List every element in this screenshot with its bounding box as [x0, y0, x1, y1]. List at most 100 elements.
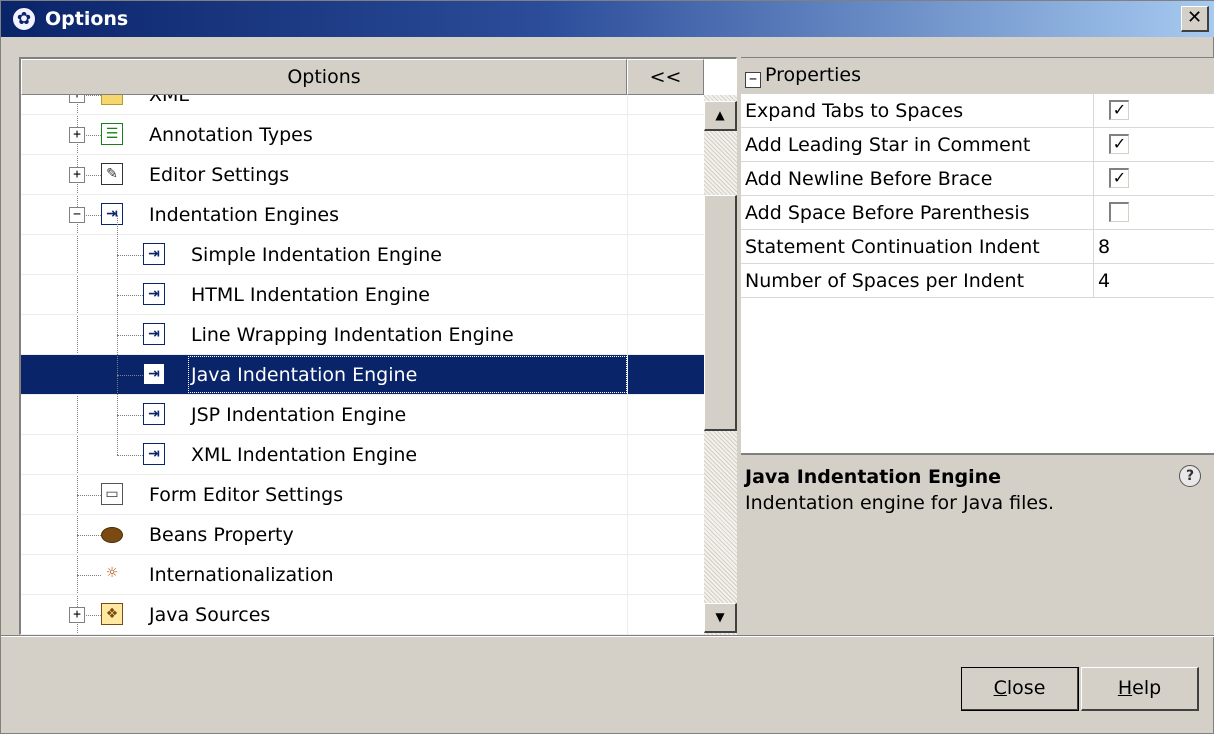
collapse-properties-icon[interactable]: −: [745, 72, 761, 88]
scroll-up-button[interactable]: ▲: [704, 101, 737, 131]
property-row[interactable]: Expand Tabs to Spaces ✓: [741, 94, 1214, 128]
tree-item[interactable]: + ☰ Annotation Types: [21, 115, 704, 155]
property-value[interactable]: 4: [1098, 269, 1110, 293]
cell-separator: [627, 555, 628, 595]
cell-separator: [627, 395, 628, 435]
property-row[interactable]: Add Leading Star in Comment ✓: [741, 128, 1214, 162]
tree-item-label: XML: [149, 95, 189, 106]
scroll-up-arrow-icon: ▲: [715, 108, 725, 122]
description-title: Java Indentation Engine: [745, 466, 1002, 488]
tree-item-label: Line Wrapping Indentation Engine: [191, 324, 514, 346]
tree-connector: [117, 375, 143, 376]
property-row[interactable]: Add Newline Before Brace ✓: [741, 162, 1214, 196]
tree-item-label: Indentation Engines: [149, 204, 339, 226]
tree-item[interactable]: ⇥ Java Indentation Engine: [21, 355, 704, 395]
tree-item[interactable]: ⇥ JSP Indentation Engine: [21, 395, 704, 435]
cell-separator: [627, 155, 628, 195]
indent-icon: ⇥: [143, 443, 165, 465]
property-checkbox[interactable]: ✓: [1109, 100, 1129, 120]
close-button-label: lose: [1006, 677, 1046, 699]
tree-item[interactable]: ⇥ Line Wrapping Indentation Engine: [21, 315, 704, 355]
options-column-header[interactable]: Options: [21, 59, 627, 95]
cell-separator: [627, 355, 628, 395]
close-button-mnemonic: C: [993, 677, 1007, 699]
property-row[interactable]: Number of Spaces per Indent 4: [741, 264, 1214, 298]
collapse-panel-button[interactable]: <<: [627, 59, 704, 95]
form-icon: ▭: [101, 483, 123, 505]
options-tree: + XML + ☰ Annotation Types + ✎ Editor Settings −…: [21, 95, 704, 635]
tree-item[interactable]: ☼ Internationalization: [21, 555, 704, 595]
help-button-mnemonic: H: [1117, 677, 1133, 699]
cell-separator: [627, 595, 628, 635]
tree-connector: [117, 455, 143, 456]
tree-item[interactable]: ⇥ Simple Indentation Engine: [21, 235, 704, 275]
tree-item-label: Internationalization: [149, 564, 334, 586]
folder-icon: [101, 95, 123, 105]
tree-item[interactable]: + ❖ Java Sources: [21, 595, 704, 635]
tree-item-label: XML Indentation Engine: [191, 444, 418, 466]
tree-item[interactable]: − ⇥ Indentation Engines: [21, 195, 704, 235]
tree-item-label: HTML Indentation Engine: [191, 284, 430, 306]
collapse-icon[interactable]: −: [69, 207, 85, 223]
internationalization-icon: ☼: [105, 565, 119, 581]
cell-separator: [627, 475, 628, 515]
tree-item[interactable]: ⇥ XML Indentation Engine: [21, 435, 704, 475]
indent-icon: ⇥: [143, 243, 165, 265]
expand-icon[interactable]: +: [69, 167, 85, 183]
expand-icon[interactable]: +: [69, 127, 85, 143]
property-separator: [1093, 230, 1094, 264]
cell-separator: [627, 435, 628, 475]
property-value[interactable]: 8: [1098, 235, 1110, 259]
tree-scrollbar[interactable]: ▲ ▼: [704, 95, 737, 635]
tree-item[interactable]: + ✎ Editor Settings: [21, 155, 704, 195]
tree-item-label: Annotation Types: [149, 124, 313, 146]
property-name: Statement Continuation Indent: [745, 236, 1040, 258]
tree-item-label: Editor Settings: [149, 164, 290, 186]
indent-icon: ⇥: [143, 283, 165, 305]
tree-child-guide-line: [117, 215, 118, 455]
indent-icon: ⇥: [143, 403, 165, 425]
property-checkbox[interactable]: ✓: [1109, 134, 1129, 154]
cell-separator: [627, 235, 628, 275]
property-checkbox[interactable]: [1109, 202, 1129, 222]
title-bar[interactable]: ✿ Options ✕: [1, 1, 1214, 37]
close-button[interactable]: Close: [961, 667, 1079, 711]
tree-item[interactable]: + XML: [21, 95, 704, 115]
help-button[interactable]: Help: [1081, 667, 1199, 711]
scroll-down-arrow-icon: ▼: [715, 610, 725, 624]
cell-separator: [627, 195, 628, 235]
app-icon: ✿: [11, 6, 37, 32]
help-button-label: elp: [1132, 677, 1162, 699]
bean-icon: [101, 527, 123, 543]
property-row[interactable]: Statement Continuation Indent 8: [741, 230, 1214, 264]
property-separator: [1093, 128, 1094, 162]
tree-connector: [117, 255, 143, 256]
tree-item-label: Form Editor Settings: [149, 484, 344, 506]
properties-header[interactable]: − Properties: [741, 58, 1214, 94]
tree-connector: [77, 575, 101, 576]
edit-icon: ✎: [101, 163, 123, 185]
property-row[interactable]: Add Space Before Parenthesis: [741, 196, 1214, 230]
property-separator: [1093, 196, 1094, 230]
scroll-down-button[interactable]: ▼: [704, 603, 737, 633]
property-name: Expand Tabs to Spaces: [745, 100, 964, 122]
help-icon[interactable]: ?: [1179, 465, 1201, 487]
properties-header-label: Properties: [765, 64, 862, 86]
property-checkbox[interactable]: ✓: [1109, 168, 1129, 188]
scroll-thumb[interactable]: [704, 195, 737, 431]
tree-item[interactable]: Beans Property: [21, 515, 704, 555]
property-separator: [1093, 94, 1094, 128]
tree-item[interactable]: ▭ Form Editor Settings: [21, 475, 704, 515]
tree-item[interactable]: ⇥ HTML Indentation Engine: [21, 275, 704, 315]
java-icon: ❖: [101, 603, 123, 625]
expand-icon[interactable]: +: [69, 607, 85, 623]
bottom-divider: [1, 635, 1214, 637]
property-name: Add Newline Before Brace: [745, 168, 993, 190]
cell-separator: [627, 275, 628, 315]
cell-separator: [627, 95, 628, 115]
options-dialog: ✿ Options ✕ Options << + XML + ☰ Annotation …: [0, 0, 1214, 734]
close-window-button[interactable]: ✕: [1181, 6, 1209, 32]
description-text: Indentation engine for Java files.: [745, 492, 1055, 514]
indent-icon: ⇥: [143, 363, 165, 385]
expand-icon[interactable]: +: [69, 95, 85, 103]
